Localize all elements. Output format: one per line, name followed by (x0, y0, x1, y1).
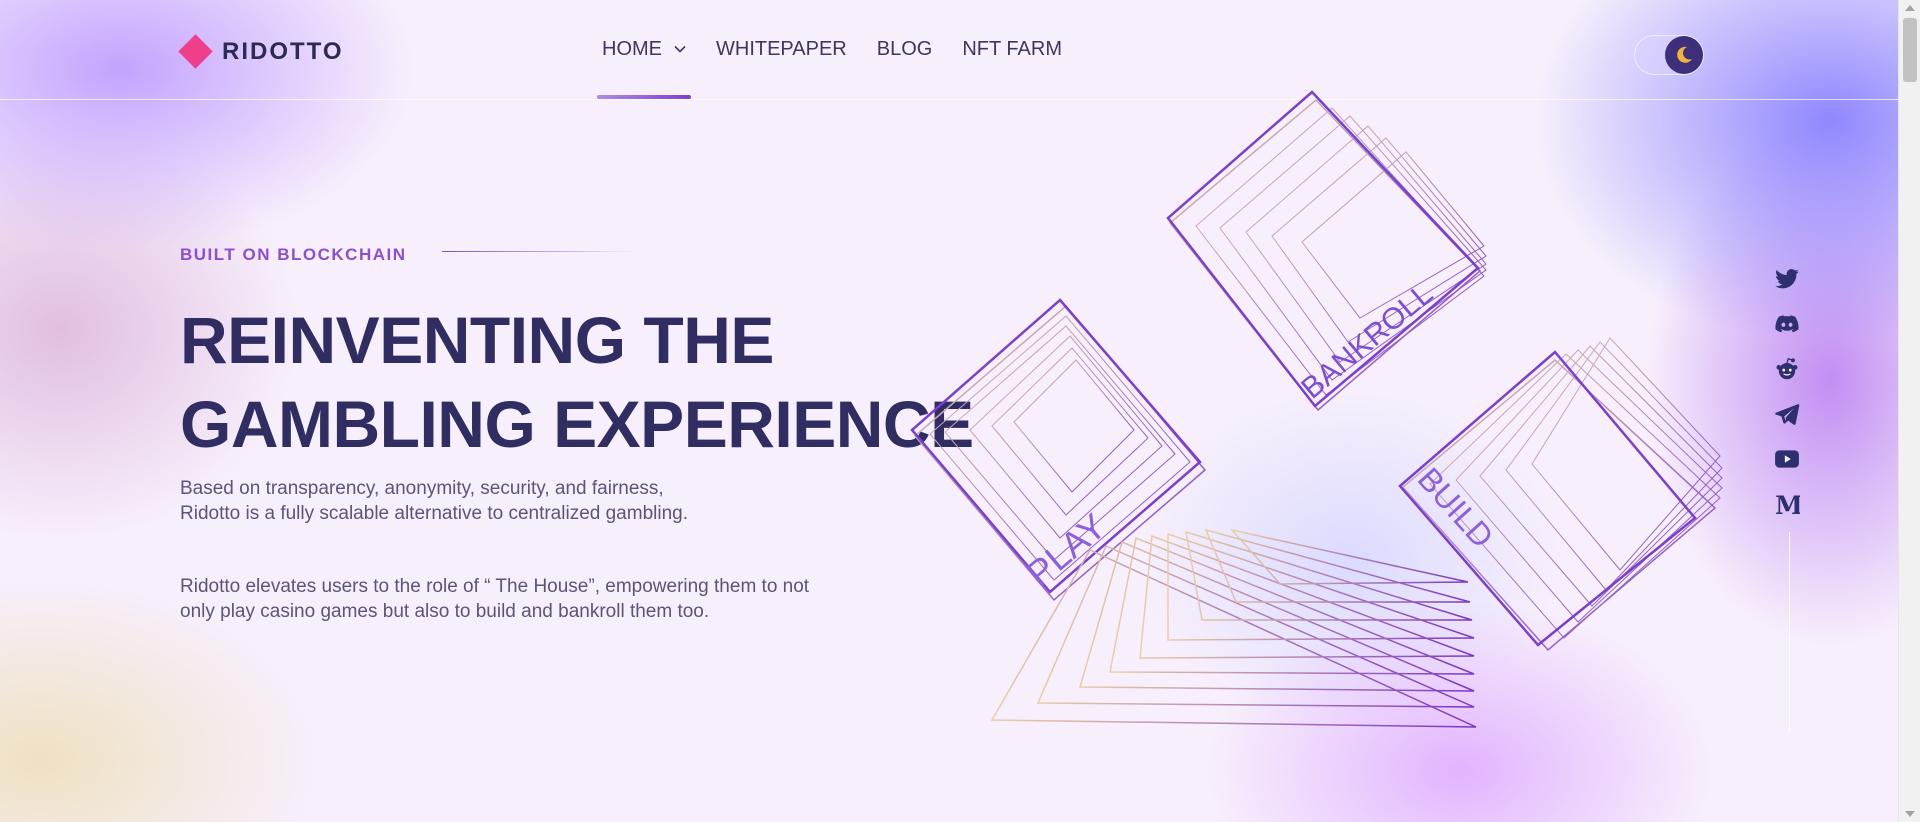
hero-paragraph-2: Ridotto elevates users to the role of “ … (180, 576, 810, 622)
chevron-down-icon (674, 45, 686, 53)
bankroll-label: BANKROLL (1295, 277, 1439, 405)
theme-toggle[interactable] (1634, 35, 1704, 75)
hero-headline: REINVENTING THE GAMBLING EXPERIENCE (180, 298, 974, 466)
toggle-knob (1665, 36, 1703, 74)
hero-illustration: PLAY BANKROLL BUILD (910, 90, 1723, 728)
headline-line-2: GAMBLING EXPERIENCE (180, 387, 974, 461)
scroll-down-icon[interactable] (1905, 811, 1915, 817)
scroll-up-icon[interactable] (1905, 5, 1915, 11)
site-header: RIDOTTO HOME WHITEPAPER BLOG NFT FARM (0, 0, 1898, 100)
nav-item-label: HOME (602, 38, 662, 60)
discord-link[interactable] (1770, 307, 1804, 341)
reddit-icon (1776, 357, 1798, 380)
twitter-link[interactable] (1770, 262, 1804, 296)
reddit-link[interactable] (1770, 352, 1804, 386)
telegram-icon (1775, 404, 1800, 425)
logo[interactable]: RIDOTTO (178, 34, 344, 69)
social-links: M (1770, 262, 1804, 532)
discord-icon (1775, 315, 1799, 333)
medium-icon: M (1775, 491, 1800, 517)
medium-link[interactable]: M (1770, 487, 1804, 521)
telegram-link[interactable] (1770, 397, 1804, 431)
hero-eyebrow: BUILT ON BLOCKCHAIN (180, 245, 407, 264)
nav-item-whitepaper[interactable]: WHITEPAPER (716, 38, 847, 100)
eyebrow-divider (442, 251, 638, 252)
youtube-link[interactable] (1770, 442, 1804, 476)
svg-text:M: M (1775, 491, 1800, 517)
headline-line-1: REINVENTING THE (180, 303, 774, 377)
twitter-icon (1775, 269, 1799, 289)
nav-item-label: NFT FARM (962, 38, 1062, 60)
nav-item-label: BLOG (876, 38, 933, 60)
nav-item-home[interactable]: HOME (597, 38, 691, 100)
youtube-icon (1775, 450, 1799, 468)
scroll-thumb[interactable] (1903, 18, 1917, 82)
logo-mark-icon (178, 34, 213, 69)
nav-item-label: WHITEPAPER (716, 38, 847, 60)
social-divider-line (1789, 532, 1790, 732)
scrollbar[interactable] (1898, 0, 1920, 822)
logo-text: RIDOTTO (222, 38, 344, 65)
moon-icon (1677, 46, 1692, 63)
hero-paragraph-1: Based on transparency, anonymity, securi… (180, 478, 688, 524)
build-label: BUILD (1411, 461, 1501, 555)
